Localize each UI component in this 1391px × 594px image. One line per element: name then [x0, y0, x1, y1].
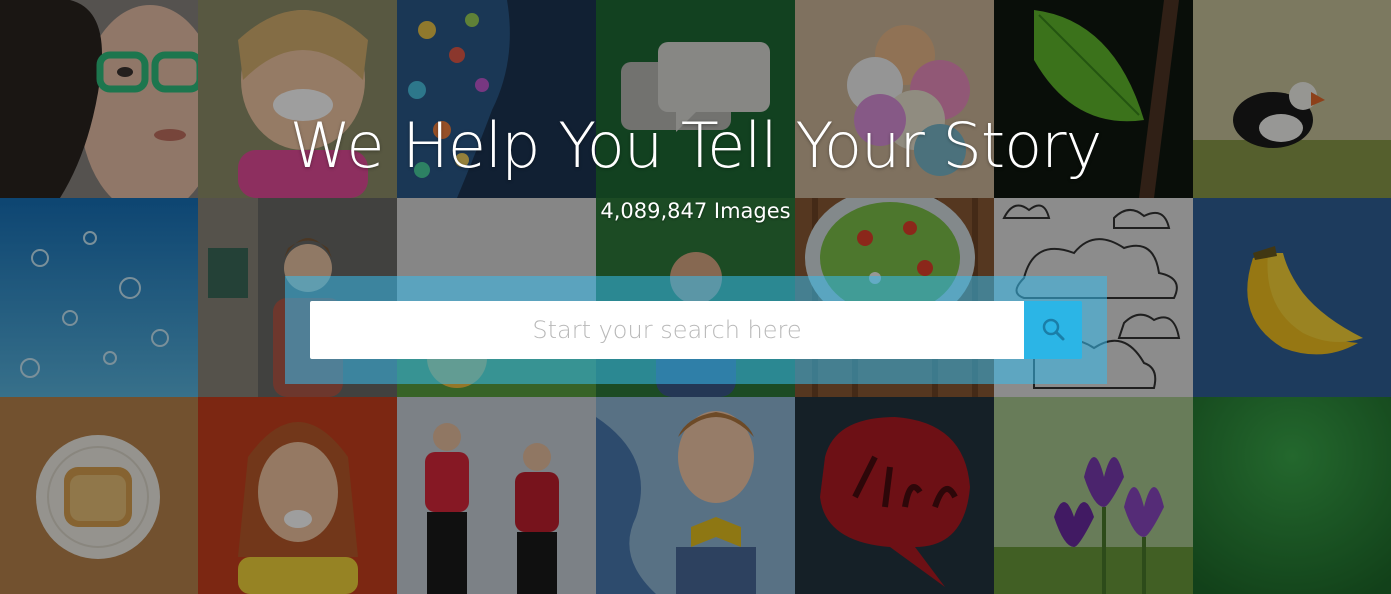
- search-form: [310, 301, 1082, 359]
- image-count: 4,089,847 Images: [600, 199, 791, 223]
- search-icon: [1040, 316, 1066, 345]
- search-input[interactable]: [310, 301, 1024, 359]
- search-button[interactable]: [1024, 301, 1082, 359]
- hero-title: We Help You Tell Your Story: [289, 109, 1103, 182]
- search-panel: [285, 276, 1107, 384]
